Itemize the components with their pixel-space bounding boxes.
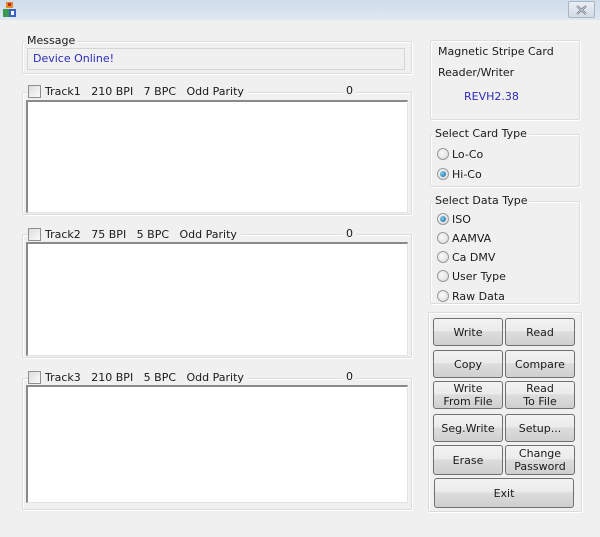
- track1-count: 0: [343, 83, 356, 99]
- read-to-file-button[interactable]: Read To File: [505, 381, 575, 409]
- setup-button[interactable]: Setup...: [505, 414, 575, 442]
- ca-dmv-radio[interactable]: [437, 251, 449, 263]
- track2-header: Track2 75 BPI 5 BPC Odd Parity: [28, 226, 241, 242]
- data-type-user[interactable]: User Type: [437, 268, 506, 284]
- iso-label: ISO: [452, 212, 471, 226]
- user-type-label: User Type: [452, 269, 506, 283]
- data-type-label: Select Data Type: [433, 194, 530, 208]
- read-button[interactable]: Read: [505, 318, 575, 346]
- track2-checkbox[interactable]: [28, 227, 41, 241]
- message-label: Message: [25, 34, 78, 48]
- hico-radio[interactable]: [437, 168, 449, 180]
- data-type-iso[interactable]: ISO: [437, 211, 471, 227]
- aamva-label: AAMVA: [452, 231, 492, 245]
- copy-button[interactable]: Copy: [433, 350, 503, 378]
- change-password-button[interactable]: Change Password: [505, 445, 575, 475]
- card-type-loco[interactable]: Lo-Co: [437, 146, 483, 162]
- message-display: Device Online!: [27, 48, 405, 70]
- card-type-hico[interactable]: Hi-Co: [437, 166, 482, 182]
- data-type-aamva[interactable]: AAMVA: [437, 230, 491, 246]
- track2-label: Track2 75 BPI 5 BPC Odd Parity: [45, 227, 237, 241]
- track3-header: Track3 210 BPI 5 BPC Odd Parity: [28, 369, 248, 385]
- erase-button[interactable]: Erase: [433, 445, 503, 475]
- firmware-revision: REVH2.38: [464, 90, 519, 103]
- seg-write-button[interactable]: Seg.Write: [433, 414, 503, 442]
- track1-data-field[interactable]: [26, 100, 408, 213]
- raw-data-radio[interactable]: [437, 290, 449, 302]
- track2-count: 0: [343, 226, 356, 242]
- track3-count: 0: [343, 369, 356, 385]
- iso-radio[interactable]: [437, 213, 449, 225]
- app-icon: [3, 2, 16, 17]
- data-type-ca-dmv[interactable]: Ca DMV: [437, 249, 495, 265]
- track1-checkbox[interactable]: [28, 84, 41, 98]
- close-x-icon: [576, 4, 587, 15]
- close-button[interactable]: [568, 1, 595, 18]
- data-type-raw[interactable]: Raw Data: [437, 288, 505, 304]
- user-type-radio[interactable]: [437, 270, 449, 282]
- exit-button[interactable]: Exit: [434, 478, 574, 508]
- card-type-label: Select Card Type: [433, 127, 529, 141]
- track1-header: Track1 210 BPI 7 BPC Odd Parity: [28, 83, 248, 99]
- track3-label: Track3 210 BPI 5 BPC Odd Parity: [45, 370, 244, 384]
- aamva-radio[interactable]: [437, 232, 449, 244]
- track3-data-field[interactable]: [26, 385, 408, 503]
- device-name-line2: Reader/Writer: [438, 66, 515, 79]
- title-bar: [0, 0, 600, 20]
- track1-label: Track1 210 BPI 7 BPC Odd Parity: [45, 84, 244, 98]
- loco-label: Lo-Co: [452, 147, 484, 161]
- loco-radio[interactable]: [437, 148, 449, 160]
- track2-data-field[interactable]: [26, 242, 408, 356]
- track3-checkbox[interactable]: [28, 370, 41, 384]
- raw-data-label: Raw Data: [452, 289, 505, 303]
- write-button[interactable]: Write: [433, 318, 503, 346]
- device-name-line1: Magnetic Stripe Card: [438, 45, 554, 58]
- compare-button[interactable]: Compare: [505, 350, 575, 378]
- write-from-file-button[interactable]: Write From File: [433, 381, 503, 409]
- hico-label: Hi-Co: [452, 167, 482, 181]
- ca-dmv-label: Ca DMV: [452, 250, 496, 264]
